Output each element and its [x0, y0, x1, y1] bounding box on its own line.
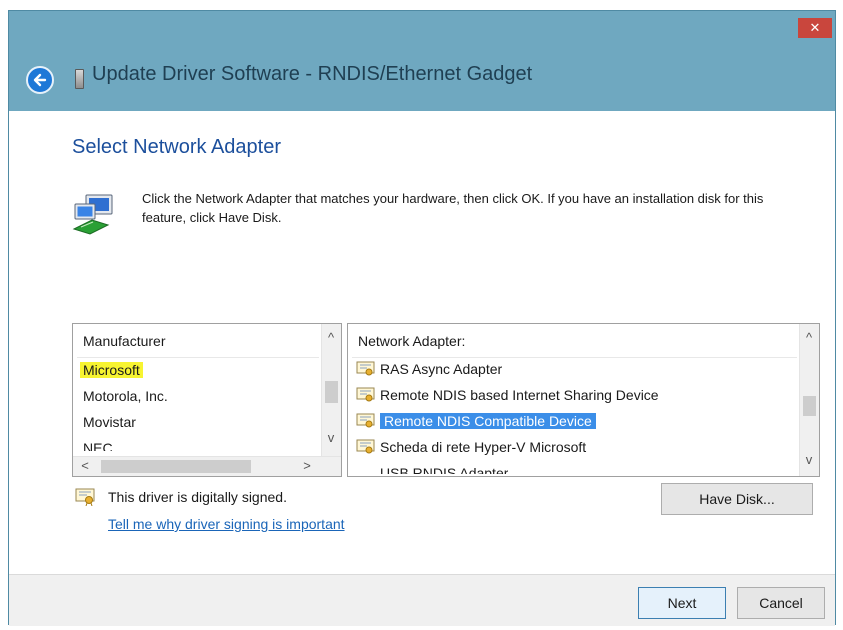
certificate-icon — [356, 439, 375, 454]
scroll-left-arrow-icon[interactable]: < — [77, 458, 93, 474]
manufacturer-item-motorola[interactable]: Motorola, Inc. — [83, 385, 168, 407]
list-item-label: RAS Async Adapter — [380, 361, 503, 377]
close-icon: ✕ — [809, 20, 821, 35]
network-adapter-listbox[interactable]: Network Adapter: RAS Async Adapter Remot… — [347, 323, 820, 477]
scroll-thumb[interactable] — [803, 396, 816, 416]
list-item-label: Microsoft — [80, 362, 143, 378]
manufacturer-header-divider — [77, 357, 319, 358]
certificate-icon — [356, 361, 375, 376]
network-adapter-header: Network Adapter: — [358, 333, 466, 349]
adapter-item-hyper-v[interactable]: Scheda di rete Hyper-V Microsoft — [356, 436, 587, 458]
list-item-label: Scheda di rete Hyper-V Microsoft — [380, 439, 587, 455]
scroll-thumb[interactable] — [325, 381, 338, 403]
manufacturer-item-microsoft[interactable]: Microsoft — [80, 359, 143, 381]
manufacturer-horizontal-scrollbar[interactable]: < > — [73, 456, 341, 476]
adapter-item-ras-async[interactable]: RAS Async Adapter — [356, 358, 503, 380]
scroll-right-arrow-icon[interactable]: > — [299, 458, 315, 474]
certificate-icon — [356, 387, 375, 402]
instruction-text: Click the Network Adapter that matches y… — [142, 191, 764, 225]
list-item-label: Remote NDIS based Internet Sharing Devic… — [380, 387, 659, 403]
manufacturer-vertical-scrollbar[interactable]: ^ v — [321, 324, 341, 457]
scroll-thumb[interactable] — [101, 460, 251, 473]
page-heading: Select Network Adapter — [72, 136, 281, 158]
title-bar: ✕ Update Driver Software - RNDIS/Etherne… — [9, 11, 835, 111]
wizard-content: Select Network Adapter Click the Network… — [9, 111, 835, 574]
manufacturer-item-nec[interactable]: NEC — [83, 437, 113, 451]
scroll-up-arrow-icon[interactable]: ^ — [323, 330, 339, 346]
driver-signing-link[interactable]: Tell me why driver signing is important — [108, 516, 345, 532]
adapter-item-usb-rndis[interactable]: USB RNDIS Adapter — [380, 462, 508, 474]
digitally-signed-icon — [75, 488, 95, 506]
wizard-footer: Next Cancel — [9, 574, 835, 626]
adapter-item-rndis-sharing[interactable]: Remote NDIS based Internet Sharing Devic… — [356, 384, 659, 406]
network-adapter-vertical-scrollbar[interactable]: ^ v — [799, 324, 819, 476]
cancel-button[interactable]: Cancel — [737, 587, 825, 619]
manufacturer-header: Manufacturer — [83, 333, 166, 349]
scroll-down-arrow-icon[interactable]: v — [323, 430, 339, 446]
list-item-label: USB RNDIS Adapter — [380, 465, 509, 474]
network-adapter-icon — [72, 194, 113, 235]
close-button[interactable]: ✕ — [798, 18, 832, 38]
scroll-down-arrow-icon[interactable]: v — [801, 452, 817, 468]
next-button[interactable]: Next — [638, 587, 726, 619]
adapter-item-rndis-compatible[interactable]: Remote NDIS Compatible Device — [356, 410, 596, 432]
list-item-label: Remote NDIS Compatible Device — [380, 413, 596, 429]
have-disk-button[interactable]: Have Disk... — [661, 483, 813, 515]
manufacturer-listbox[interactable]: Manufacturer Microsoft Motorola, Inc. Mo… — [72, 323, 342, 477]
dialog-window: ✕ Update Driver Software - RNDIS/Etherne… — [8, 10, 836, 626]
signature-status: This driver is digitally signed. — [108, 489, 287, 505]
scroll-up-arrow-icon[interactable]: ^ — [801, 330, 817, 346]
window-title: Update Driver Software - RNDIS/Ethernet … — [92, 63, 533, 85]
back-arrow-icon — [33, 73, 47, 87]
back-button[interactable] — [26, 66, 54, 94]
certificate-icon — [356, 413, 375, 428]
manufacturer-item-movistar[interactable]: Movistar — [83, 411, 136, 433]
usb-device-icon — [75, 69, 84, 89]
